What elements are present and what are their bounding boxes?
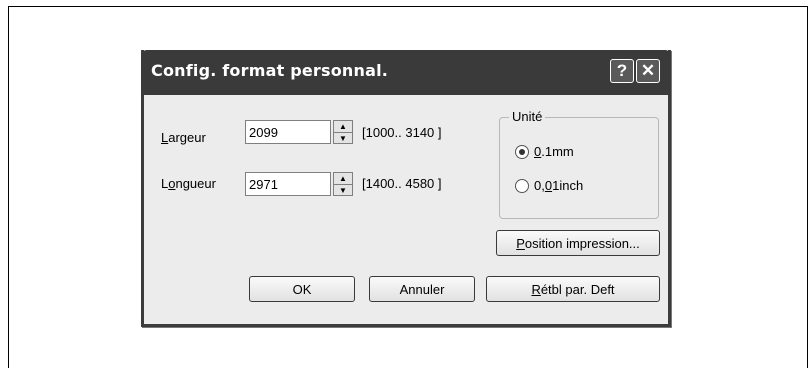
unit-0.01inch-radio[interactable] bbox=[515, 179, 529, 193]
ok-button[interactable]: OK bbox=[249, 276, 355, 302]
length-spinner[interactable]: ▲ ▼ bbox=[333, 172, 353, 196]
dialog-title: Config. format personnal. bbox=[151, 61, 389, 80]
width-range: [1000.. 3140 ] bbox=[362, 125, 442, 140]
width-input[interactable] bbox=[246, 122, 329, 142]
title-bar[interactable]: Config. format personnal. ? ✕ bbox=[141, 50, 671, 95]
width-label: Largeur bbox=[161, 130, 206, 145]
help-icon[interactable]: ? bbox=[610, 59, 634, 83]
custom-format-dialog: Config. format personnal. ? ✕ Largeur ▲ … bbox=[141, 50, 671, 327]
width-spinner[interactable]: ▲ ▼ bbox=[333, 120, 353, 144]
unit-group-title: Unité bbox=[509, 109, 546, 124]
close-icon[interactable]: ✕ bbox=[636, 59, 660, 83]
length-range: [1400.. 4580 ] bbox=[362, 176, 442, 191]
unit-0.1mm-radio[interactable] bbox=[515, 145, 529, 159]
reset-defaults-button[interactable]: Rétbl par. Deft bbox=[486, 276, 660, 302]
up-arrow-icon[interactable]: ▲ bbox=[334, 121, 352, 133]
length-field[interactable] bbox=[245, 172, 331, 196]
length-input[interactable] bbox=[246, 174, 329, 194]
unit-0.1mm-label[interactable]: 0.1mm bbox=[534, 144, 574, 159]
unit-groupbox bbox=[499, 117, 659, 219]
up-arrow-icon[interactable]: ▲ bbox=[334, 173, 352, 185]
down-arrow-icon[interactable]: ▼ bbox=[334, 133, 352, 144]
width-field[interactable] bbox=[245, 120, 331, 144]
cancel-button[interactable]: Annuler bbox=[369, 276, 475, 302]
length-label: Longueur bbox=[161, 176, 216, 191]
print-position-button[interactable]: Position impression... bbox=[496, 230, 660, 256]
unit-0.01inch-label[interactable]: 0,01inch bbox=[534, 178, 583, 193]
down-arrow-icon[interactable]: ▼ bbox=[334, 185, 352, 196]
